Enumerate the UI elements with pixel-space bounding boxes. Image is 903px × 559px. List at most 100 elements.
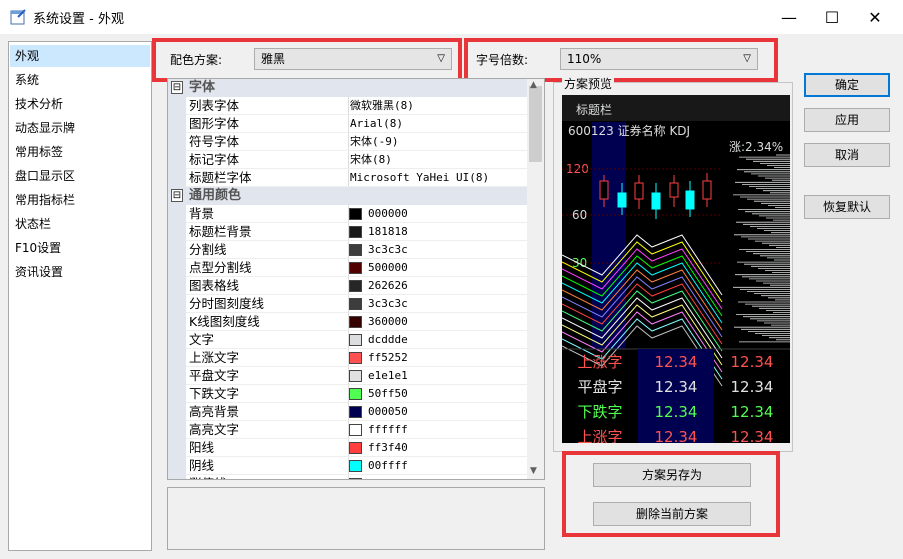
color-row[interactable]: 下跌文字 50ff50 xyxy=(186,385,528,403)
color-swatch[interactable] xyxy=(349,262,362,274)
fontsize-label: 字号倍数: xyxy=(476,53,529,67)
property-row[interactable]: 图形字体 Arial(8) xyxy=(186,115,528,133)
category-title: 字体 xyxy=(189,80,216,95)
category-header[interactable]: ⊟ 通用颜色 xyxy=(168,187,528,205)
preview-stock-label: 600123 证券名称 KDJ xyxy=(568,123,690,138)
property-row[interactable]: 符号字体 宋体(-9) xyxy=(186,133,528,151)
color-row[interactable]: 平盘文字 e1e1e1 xyxy=(186,367,528,385)
color-value: ff3f40 xyxy=(368,441,408,454)
color-swatch[interactable] xyxy=(349,244,362,256)
color-value: 262626 xyxy=(368,279,408,292)
color-swatch[interactable] xyxy=(349,226,362,238)
nav-item[interactable]: 资讯设置 xyxy=(10,261,150,283)
reset-default-button[interactable]: 恢复默认 xyxy=(804,195,890,219)
color-row[interactable]: 点型分割线 500000 xyxy=(186,259,528,277)
preview-table-cell: 12.34 xyxy=(731,428,774,443)
color-value: ff5252 xyxy=(368,351,408,364)
scroll-thumb[interactable] xyxy=(529,86,542,162)
color-row[interactable]: 分时图刻度线 3c3c3c xyxy=(186,295,528,313)
property-grid[interactable]: ⊟ 字体列表字体 微软雅黑(8) 图形字体 Arial(8) 符号字体 宋体(-9) 标记字体… xyxy=(167,78,545,480)
color-row[interactable]: 图表格线 262626 xyxy=(186,277,528,295)
property-name: 分时图刻度线 xyxy=(189,296,265,311)
nav-item[interactable]: 常用指标栏 xyxy=(10,189,150,211)
color-row[interactable]: K线图刻度线 360000 xyxy=(186,313,528,331)
preview-table-cell: 12.34 xyxy=(655,353,698,371)
color-swatch[interactable] xyxy=(349,280,362,292)
color-value: 50ff50 xyxy=(368,387,408,400)
nav-item[interactable]: 外观 xyxy=(10,45,150,67)
color-swatch[interactable] xyxy=(349,388,362,400)
color-swatch[interactable] xyxy=(349,370,362,382)
color-swatch[interactable] xyxy=(349,334,362,346)
property-value: Microsoft YaHei UI(8) xyxy=(350,171,490,184)
color-row[interactable]: 分割线 3c3c3c xyxy=(186,241,528,259)
property-name: 平盘文字 xyxy=(189,368,240,383)
color-swatch[interactable] xyxy=(349,298,362,310)
nav-item[interactable]: 盘口显示区 xyxy=(10,165,150,187)
nav-item[interactable]: 动态显示牌 xyxy=(10,117,150,139)
ok-button[interactable]: 确定 xyxy=(804,73,890,97)
color-value: e1e100 xyxy=(368,475,408,479)
color-swatch[interactable] xyxy=(349,478,362,479)
apply-button[interactable]: 应用 xyxy=(804,108,890,132)
property-name: 点型分割线 xyxy=(189,260,252,275)
color-swatch[interactable] xyxy=(349,442,362,454)
color-swatch[interactable] xyxy=(349,316,362,328)
scheme-select[interactable]: 雅黑 ▽ xyxy=(254,48,452,70)
scroll-down-icon[interactable]: ▼ xyxy=(530,466,537,476)
scroll-up-icon[interactable]: ▲ xyxy=(530,80,537,90)
category-title: 通用颜色 xyxy=(189,188,242,203)
preview-table-cell: 上涨字 xyxy=(577,428,622,443)
property-name: 文字 xyxy=(189,332,215,347)
property-row[interactable]: 标题栏字体 Microsoft YaHei UI(8) xyxy=(186,169,528,187)
color-swatch[interactable] xyxy=(349,460,362,472)
nav-item[interactable]: 系统 xyxy=(10,69,150,91)
property-row[interactable]: 列表字体 微软雅黑(8) xyxy=(186,97,528,115)
property-name: 标题栏背景 xyxy=(189,224,252,239)
color-row[interactable]: 阴线 00ffff xyxy=(186,457,528,475)
property-name: 符号字体 xyxy=(189,134,240,149)
property-name: 图表格线 xyxy=(189,278,240,293)
color-row[interactable]: 涨停线 e1e100 xyxy=(186,475,528,479)
collapse-icon[interactable]: ⊟ xyxy=(171,81,183,94)
axis-label-120: 120 xyxy=(566,162,589,176)
category-header[interactable]: ⊟ 字体 xyxy=(168,79,528,97)
nav-item[interactable]: F10设置 xyxy=(10,237,150,259)
property-row[interactable]: 标记字体 宋体(8) xyxy=(186,151,528,169)
close-button[interactable]: ✕ xyxy=(852,0,898,34)
property-name: 高亮文字 xyxy=(189,422,240,437)
color-row[interactable]: 高亮文字 ffffff xyxy=(186,421,528,439)
color-row[interactable]: 上涨文字 ff5252 xyxy=(186,349,528,367)
color-swatch[interactable] xyxy=(349,406,362,418)
color-row[interactable]: 背景 000000 xyxy=(186,205,528,223)
color-row[interactable]: 高亮背景 000050 xyxy=(186,403,528,421)
preview-titlebar: 标题栏 xyxy=(576,102,612,117)
nav-item[interactable]: 常用标签 xyxy=(10,141,150,163)
color-swatch[interactable] xyxy=(349,424,362,436)
color-row[interactable]: 阳线 ff3f40 xyxy=(186,439,528,457)
color-value: 000000 xyxy=(368,207,408,220)
preview-table-cell: 12.34 xyxy=(655,428,698,443)
nav-item[interactable]: 技术分析 xyxy=(10,93,150,115)
preview-table-cell: 12.34 xyxy=(731,353,774,371)
save-scheme-as-button[interactable]: 方案另存为 xyxy=(593,463,751,487)
preview-table-cell: 12.34 xyxy=(655,403,698,421)
color-row[interactable]: 标题栏背景 181818 xyxy=(186,223,528,241)
description-box xyxy=(167,487,545,550)
collapse-icon[interactable]: ⊟ xyxy=(171,189,183,202)
color-value: 3c3c3c xyxy=(368,297,408,310)
fontsize-select-value: 110% xyxy=(567,52,602,66)
maximize-button[interactable]: ☐ xyxy=(809,0,855,34)
property-value: 微软雅黑(8) xyxy=(350,99,414,112)
color-row[interactable]: 文字 dcddde xyxy=(186,331,528,349)
minimize-button[interactable]: — xyxy=(766,0,812,34)
fontsize-select[interactable]: 110% ▽ xyxy=(560,48,758,70)
nav-item[interactable]: 状态栏 xyxy=(10,213,150,235)
property-name: 上涨文字 xyxy=(189,350,240,365)
color-swatch[interactable] xyxy=(349,352,362,364)
property-value: Arial(8) xyxy=(350,117,403,130)
cancel-button[interactable]: 取消 xyxy=(804,143,890,167)
delete-scheme-button[interactable]: 删除当前方案 xyxy=(593,502,751,526)
color-swatch[interactable] xyxy=(349,208,362,220)
scheme-label: 配色方案: xyxy=(170,53,223,67)
